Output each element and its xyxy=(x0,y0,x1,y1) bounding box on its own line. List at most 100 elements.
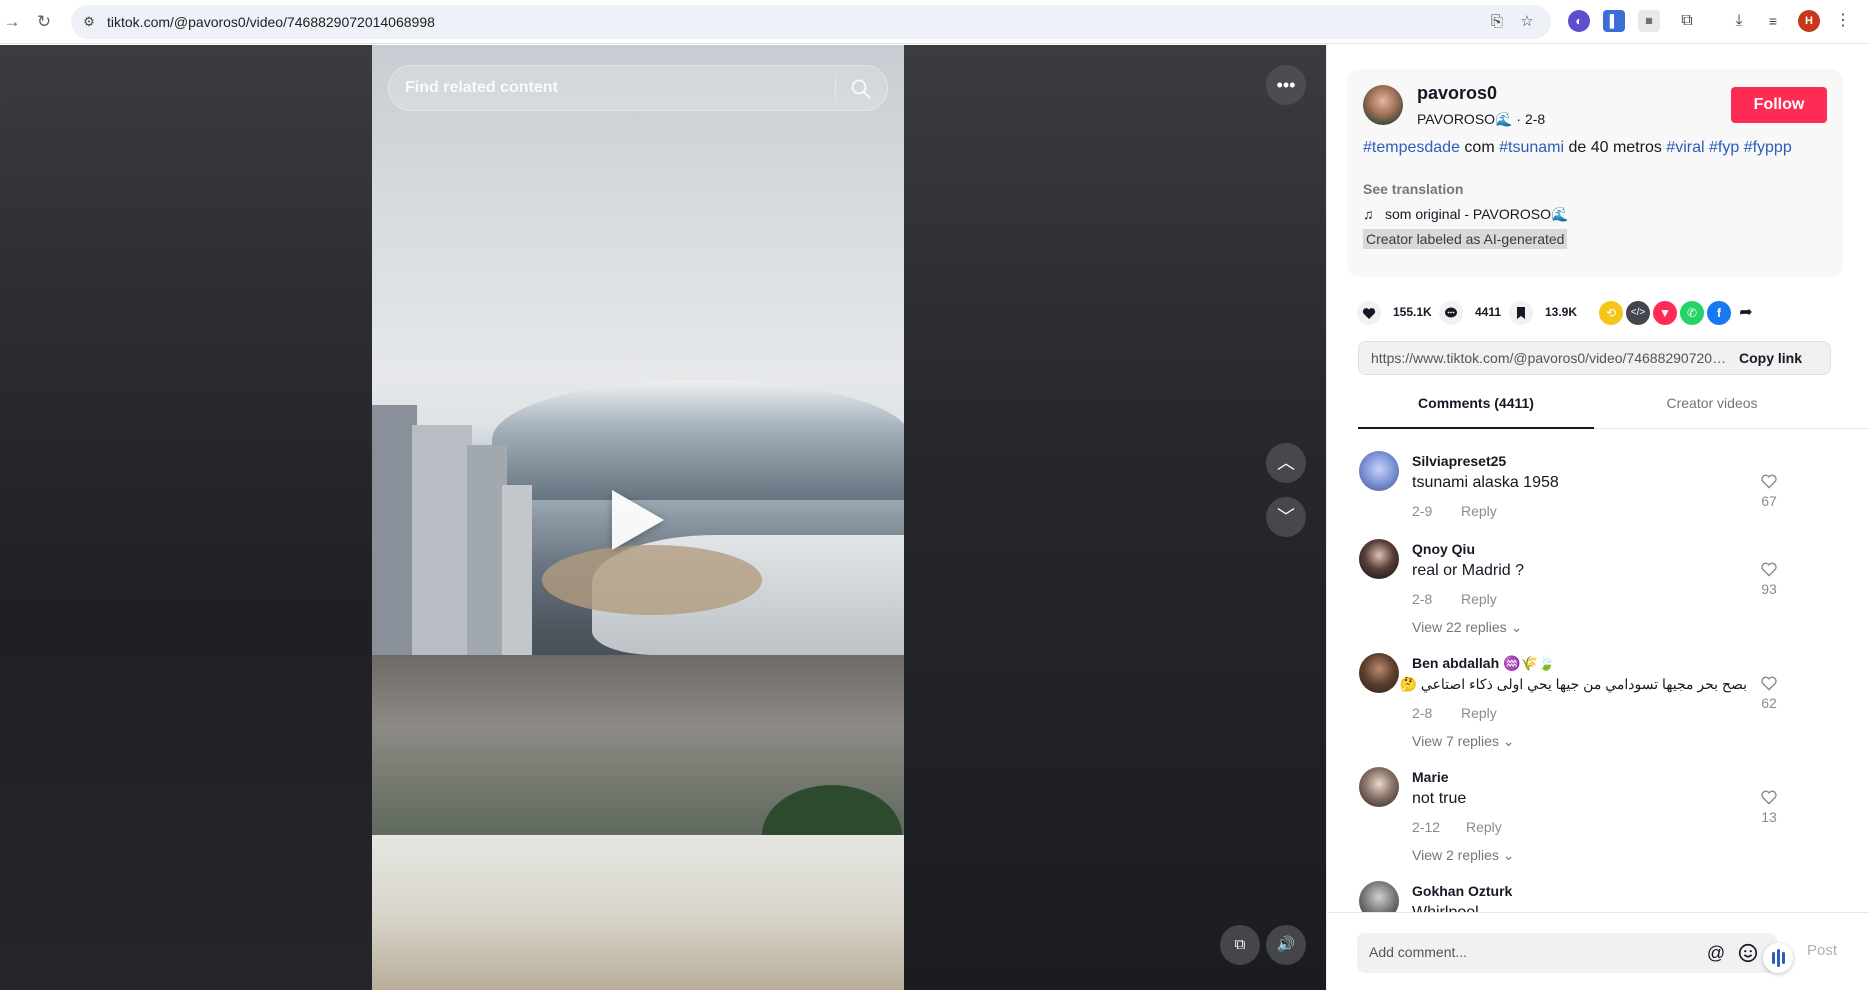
reply-button[interactable]: Reply xyxy=(1461,503,1497,519)
comment-username[interactable]: Marie xyxy=(1412,769,1449,785)
description-text: com xyxy=(1459,139,1500,156)
reply-button[interactable]: Reply xyxy=(1461,705,1497,721)
chevron-down-icon[interactable]: ﹀ xyxy=(1266,497,1306,537)
chevron-up-icon[interactable]: ︿ xyxy=(1266,443,1306,483)
voice-input-icon[interactable] xyxy=(1763,943,1793,973)
facebook-icon[interactable]: f xyxy=(1707,301,1731,325)
comment-like-count: 13 xyxy=(1761,809,1777,825)
browser-menu-icon[interactable]: ⋮ xyxy=(1832,10,1854,32)
beach xyxy=(372,835,904,990)
music-title: som original - PAVOROSO🌊 xyxy=(1385,206,1569,222)
description-text: de 40 metros xyxy=(1564,139,1667,156)
music-link[interactable]: ♫ som original - PAVOROSO🌊 xyxy=(1363,206,1568,223)
music-note-icon: ♫ xyxy=(1363,206,1374,222)
creator-nickname[interactable]: PAVOROSO🌊 · 2-8 xyxy=(1417,111,1545,128)
heart-outline-icon[interactable] xyxy=(1759,559,1779,579)
comment-username[interactable]: Ben abdallah ♒🌾🍃 xyxy=(1412,655,1555,672)
creator-username[interactable]: pavoros0 xyxy=(1417,83,1497,104)
voice-extension-icon[interactable]: ▌ xyxy=(1603,10,1625,32)
follow-button[interactable]: Follow xyxy=(1731,87,1827,123)
avatar[interactable] xyxy=(1359,451,1399,491)
share-arrow-icon[interactable]: ➦ xyxy=(1734,301,1758,325)
comment-text: tsunami alaska 1958 xyxy=(1412,474,1559,491)
more-options-icon[interactable]: ••• xyxy=(1266,65,1306,105)
reply-button[interactable]: Reply xyxy=(1461,591,1497,607)
comment-username[interactable]: Silviapreset25 xyxy=(1412,453,1506,469)
comment-text: بصح بحر مجيها تسودامي من جيها يحي اولى ذ… xyxy=(1399,676,1747,692)
bookmark-star-icon[interactable]: ☆ xyxy=(1517,12,1537,32)
building xyxy=(372,405,417,655)
download-icon[interactable]: ⤓ xyxy=(1728,10,1750,32)
floating-player-icon[interactable]: ⧉ xyxy=(1220,925,1260,965)
hashtag-link[interactable]: #fyppp xyxy=(1744,139,1792,156)
emoji-icon[interactable] xyxy=(1737,942,1759,964)
comment-date: 2-8 xyxy=(1412,705,1433,721)
divider xyxy=(835,76,836,102)
tab-comments[interactable]: Comments (4411) xyxy=(1358,383,1594,429)
install-app-icon[interactable]: ⎘ xyxy=(1487,12,1507,32)
video-player[interactable]: Find related content xyxy=(372,45,904,990)
view-replies-label: View 2 replies xyxy=(1412,847,1499,863)
hashtag-link[interactable]: #tempesdade xyxy=(1363,139,1460,156)
reply-button[interactable]: Reply xyxy=(1466,819,1502,835)
view-replies-button[interactable]: View 7 replies ⌄ xyxy=(1412,733,1515,750)
creator-avatar[interactable] xyxy=(1363,85,1403,125)
back-tab[interactable] xyxy=(0,67,10,103)
avatar[interactable] xyxy=(1359,539,1399,579)
url-text[interactable]: tiktok.com/@pavoros0/video/7468829072014… xyxy=(107,14,435,30)
whatsapp-icon[interactable]: ✆ xyxy=(1680,301,1704,325)
avatar[interactable] xyxy=(1359,653,1399,693)
embed-icon[interactable]: </> xyxy=(1626,301,1650,325)
heart-outline-icon[interactable] xyxy=(1759,673,1779,693)
post-date: 2-8 xyxy=(1524,111,1546,127)
comment-input[interactable]: Add comment... @ xyxy=(1357,933,1777,973)
comment-username[interactable]: Qnoy Qiu xyxy=(1412,541,1475,557)
see-translation-link[interactable]: See translation xyxy=(1363,181,1463,197)
ai-generated-label: Creator labeled as AI-generated xyxy=(1363,229,1568,249)
save-count: 13.9K xyxy=(1545,305,1578,319)
avatar[interactable] xyxy=(1359,767,1399,807)
extension-icon[interactable]: ▦ xyxy=(1638,10,1660,32)
search-placeholder[interactable]: Find related content xyxy=(405,79,558,97)
mention-icon[interactable]: @ xyxy=(1705,942,1727,964)
hashtag-link[interactable]: #fyp xyxy=(1709,139,1739,156)
post-button[interactable]: Post xyxy=(1807,942,1837,959)
hashtag-link[interactable]: #tsunami xyxy=(1499,139,1564,156)
extension-icon[interactable]: ◐ xyxy=(1568,10,1590,32)
repost-icon[interactable]: ⟲ xyxy=(1599,301,1623,325)
share-link-url[interactable]: https://www.tiktok.com/@pavoros0/video/7… xyxy=(1371,350,1729,366)
forward-icon[interactable]: → xyxy=(0,10,24,34)
media-control-icon[interactable]: ≡ xyxy=(1762,10,1784,32)
view-replies-button[interactable]: View 2 replies ⌄ xyxy=(1412,847,1515,864)
extensions-puzzle-icon[interactable]: ⧉ xyxy=(1676,10,1698,32)
heart-outline-icon[interactable] xyxy=(1759,471,1779,491)
bookmark-icon[interactable] xyxy=(1509,301,1533,325)
view-replies-label: View 22 replies xyxy=(1412,619,1507,635)
add-comment-bar: Add comment... @ Post xyxy=(1327,912,1869,990)
share-link-box[interactable]: https://www.tiktok.com/@pavoros0/video/7… xyxy=(1358,341,1831,375)
post-description: #tempesdade com #tsunami de 40 metros #v… xyxy=(1363,137,1823,158)
reload-icon[interactable]: ↻ xyxy=(32,10,56,34)
comment-placeholder[interactable]: Add comment... xyxy=(1369,944,1467,960)
play-icon[interactable] xyxy=(612,490,664,550)
search-icon[interactable] xyxy=(849,77,873,101)
comment-date: 2-8 xyxy=(1412,591,1433,607)
heart-icon[interactable] xyxy=(1357,301,1381,325)
site-settings-icon[interactable]: ⚙ xyxy=(80,13,98,31)
hashtag-link[interactable]: #viral xyxy=(1666,139,1704,156)
view-replies-button[interactable]: View 22 replies ⌄ xyxy=(1412,619,1522,636)
related-content-search[interactable]: Find related content xyxy=(388,65,888,111)
comment-username[interactable]: Gokhan Ozturk xyxy=(1412,883,1512,899)
sand xyxy=(542,545,762,615)
address-bar[interactable]: ⚙ tiktok.com/@pavoros0/video/74688290720… xyxy=(71,5,1551,39)
volume-icon[interactable]: 🔊 xyxy=(1266,925,1306,965)
comment-icon[interactable] xyxy=(1439,301,1463,325)
comment-like-count: 67 xyxy=(1761,493,1777,509)
send-to-friends-icon[interactable]: ▼ xyxy=(1653,301,1677,325)
profile-avatar-icon[interactable]: H xyxy=(1798,10,1820,32)
tab-creator-videos[interactable]: Creator videos xyxy=(1594,383,1830,429)
comment-like-count: 93 xyxy=(1761,581,1777,597)
comment-list: Silviapreset25 tsunami alaska 1958 2-9 R… xyxy=(1327,439,1869,959)
heart-outline-icon[interactable] xyxy=(1759,787,1779,807)
copy-link-button[interactable]: Copy link xyxy=(1739,350,1802,366)
